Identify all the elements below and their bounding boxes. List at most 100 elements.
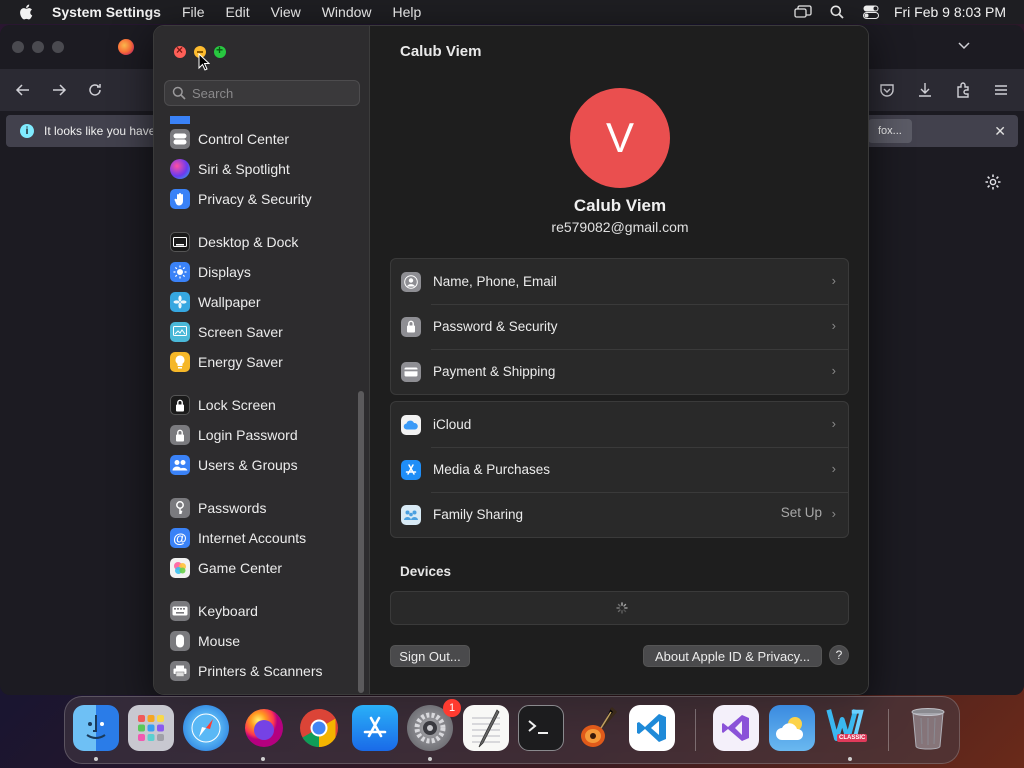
- row-label: Name, Phone, Email: [433, 274, 557, 289]
- sidebar-scrollbar[interactable]: [358, 391, 364, 693]
- menu-app-name[interactable]: System Settings: [52, 4, 161, 20]
- sidebar-item-label: Privacy & Security: [198, 191, 312, 207]
- sidebar-item-label: Displays: [198, 264, 251, 280]
- sidebar-item-screen-saver[interactable]: Screen Saver: [170, 319, 283, 345]
- sidebar-item-label: Internet Accounts: [198, 530, 307, 546]
- dock-running-indicator: [94, 757, 98, 761]
- sidebar-item-partial: [170, 116, 198, 124]
- sidebar-item-printers-scanners[interactable]: Printers & Scanners: [170, 658, 323, 684]
- sidebar-item-label: Wallpaper: [198, 294, 261, 310]
- chevron-right-icon: ›: [831, 416, 836, 431]
- info-bar-button[interactable]: fox...: [868, 119, 912, 143]
- sidebar-item-mouse[interactable]: Mouse: [170, 628, 240, 654]
- row-payment-shipping[interactable]: Payment & Shipping ›: [391, 349, 848, 394]
- row-media-purchases[interactable]: Media & Purchases ›: [391, 447, 848, 492]
- trash-icon: [911, 708, 945, 750]
- menu-file[interactable]: File: [182, 4, 205, 20]
- sidebar-item-siri-spotlight[interactable]: Siri & Spotlight: [170, 156, 290, 182]
- menu-clock[interactable]: Fri Feb 9 8:03 PM: [894, 4, 1006, 20]
- sidebar-item-displays[interactable]: Displays: [170, 259, 251, 285]
- maximize-window-button[interactable]: [214, 43, 226, 58]
- dock-textedit[interactable]: [463, 705, 509, 751]
- sidebar-item-game-center[interactable]: Game Center: [170, 555, 282, 581]
- sidebar-item-label: Keyboard: [198, 603, 258, 619]
- dock-separator: [888, 709, 889, 751]
- menu-window[interactable]: Window: [322, 4, 372, 20]
- screen-mirroring-icon[interactable]: [786, 0, 820, 24]
- loading-spinner-icon: [616, 602, 628, 614]
- sidebar-list: Control Center Siri & Spotlight Privacy …: [154, 116, 360, 694]
- menu-edit[interactable]: Edit: [226, 4, 250, 20]
- help-button[interactable]: ?: [829, 645, 849, 665]
- sidebar-item-login-password[interactable]: Login Password: [170, 422, 298, 448]
- sidebar-item-users-groups[interactable]: Users & Groups: [170, 452, 298, 478]
- forward-arrow-icon[interactable]: [50, 81, 68, 99]
- info-icon: i: [20, 124, 34, 138]
- mouse-cursor-icon: [198, 53, 210, 71]
- apple-menu-icon[interactable]: [0, 4, 52, 20]
- reload-icon[interactable]: [86, 81, 104, 99]
- dock-finder[interactable]: [73, 705, 119, 751]
- dock-chrome[interactable]: [296, 705, 342, 751]
- browser-maximize-button[interactable]: [52, 41, 64, 53]
- dock-app-store[interactable]: [352, 705, 398, 751]
- row-password-security[interactable]: Password & Security ›: [391, 304, 848, 349]
- sidebar-item-internet-accounts[interactable]: @ Internet Accounts: [170, 525, 306, 551]
- row-family-sharing[interactable]: Family Sharing Set Up ›: [391, 492, 848, 537]
- dock-firefox[interactable]: [241, 705, 287, 751]
- back-arrow-icon[interactable]: [14, 81, 32, 99]
- close-icon[interactable]: ✕: [994, 123, 1006, 140]
- spotlight-search-icon[interactable]: [820, 0, 854, 24]
- avatar[interactable]: V: [570, 88, 670, 188]
- keyboard-icon: [170, 601, 190, 621]
- pocket-icon[interactable]: [878, 81, 896, 99]
- dock-trash[interactable]: [905, 705, 951, 751]
- search-field[interactable]: [164, 80, 360, 106]
- chevron-down-icon[interactable]: [956, 37, 972, 53]
- dock-vscode[interactable]: [629, 705, 675, 751]
- close-window-button[interactable]: [174, 43, 186, 58]
- control-center-icon[interactable]: [854, 0, 888, 24]
- firefox-tab-icon[interactable]: [118, 39, 134, 55]
- menu-view[interactable]: View: [271, 4, 301, 20]
- terminal-icon: [528, 720, 548, 734]
- windows-app-icon: [826, 709, 864, 741]
- family-icon: [401, 504, 421, 525]
- dock-launchpad[interactable]: [128, 705, 174, 751]
- sidebar-item-passwords[interactable]: Passwords: [170, 495, 266, 521]
- download-icon[interactable]: [916, 81, 934, 99]
- user-email: re579082@gmail.com: [551, 219, 689, 235]
- extensions-icon[interactable]: [954, 81, 972, 99]
- row-icloud[interactable]: iCloud ›: [391, 402, 848, 447]
- search-input[interactable]: [192, 85, 352, 101]
- search-icon: [172, 86, 186, 100]
- sidebar-item-label: Mouse: [198, 633, 241, 649]
- dock-visual-studio[interactable]: [713, 705, 759, 751]
- dock-garageband[interactable]: [574, 705, 620, 751]
- menu-help[interactable]: Help: [393, 4, 422, 20]
- hamburger-menu-icon[interactable]: [992, 81, 1010, 99]
- sidebar-item-lock-screen[interactable]: Lock Screen: [170, 392, 276, 418]
- notification-badge: 1: [443, 699, 461, 717]
- gear-icon[interactable]: [984, 173, 1002, 191]
- sidebar-item-energy-saver[interactable]: Energy Saver: [170, 349, 283, 375]
- browser-close-button[interactable]: [12, 41, 24, 53]
- dock-terminal[interactable]: [518, 705, 564, 751]
- dock-windows-app[interactable]: CLASSIC: [823, 705, 869, 751]
- sidebar-item-desktop-dock[interactable]: Desktop & Dock: [170, 229, 298, 255]
- about-apple-id-button[interactable]: About Apple ID & Privacy...: [643, 645, 822, 667]
- dock-safari[interactable]: [183, 705, 229, 751]
- game-center-icon: [170, 558, 190, 578]
- row-name-phone-email[interactable]: Name, Phone, Email ›: [391, 259, 848, 304]
- sidebar-item-keyboard[interactable]: Keyboard: [170, 598, 258, 624]
- dock-system-settings[interactable]: 1: [407, 699, 461, 751]
- sidebar-item-control-center[interactable]: Control Center: [170, 126, 289, 152]
- dock-weather[interactable]: [769, 705, 815, 751]
- row-label: Password & Security: [433, 319, 558, 334]
- gear-icon: [414, 712, 446, 744]
- sidebar-item-privacy-security[interactable]: Privacy & Security: [170, 186, 312, 212]
- users-icon: [170, 455, 190, 475]
- sign-out-button[interactable]: Sign Out...: [390, 645, 470, 667]
- browser-minimize-button[interactable]: [32, 41, 44, 53]
- sidebar-item-wallpaper[interactable]: Wallpaper: [170, 289, 261, 315]
